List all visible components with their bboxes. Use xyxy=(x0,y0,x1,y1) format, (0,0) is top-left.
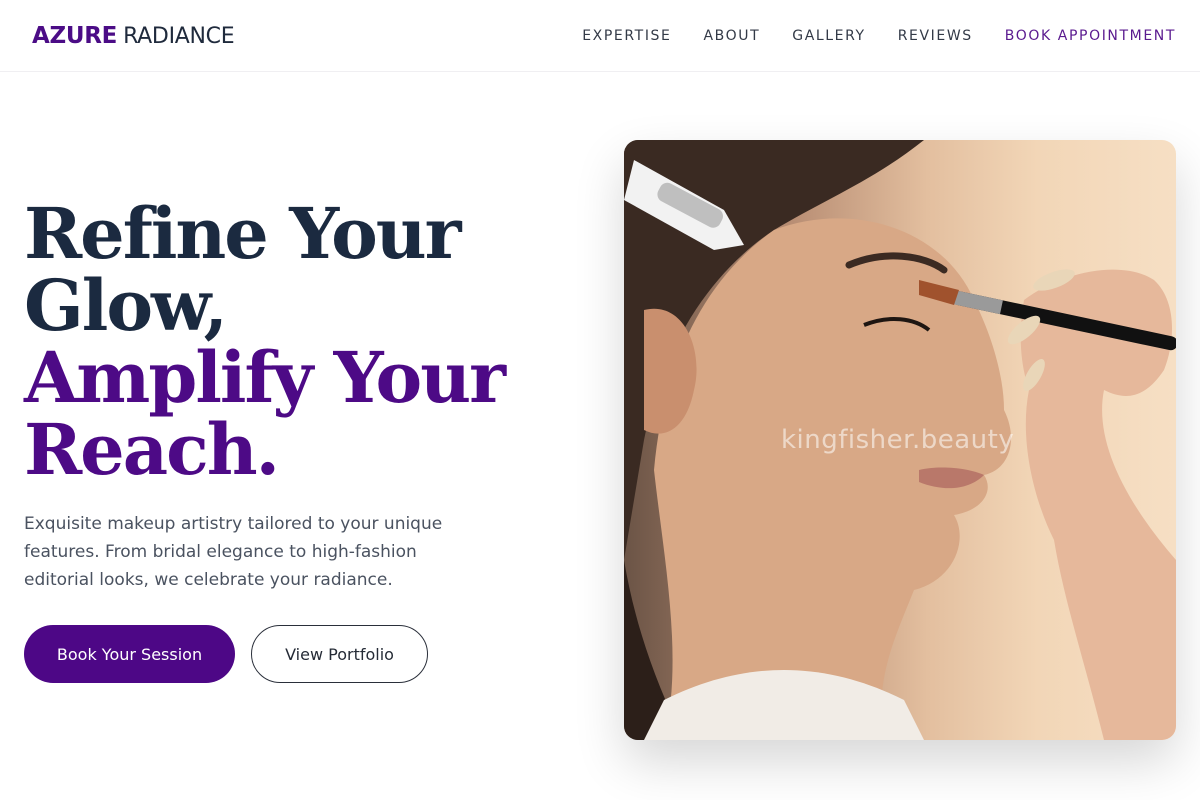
nav-expertise[interactable]: EXPERTISE xyxy=(582,27,671,45)
nav-gallery[interactable]: GALLERY xyxy=(792,27,865,45)
nav-reviews[interactable]: REVIEWS xyxy=(898,27,973,45)
image-watermark: kingfisher.beauty xyxy=(781,425,1015,455)
hero-title-line-1: Refine Your xyxy=(24,192,462,275)
hero-title: Refine Your Glow, Amplify Your Reach. xyxy=(24,198,544,486)
brand-name-light: RADIANCE xyxy=(123,24,235,49)
hero-image: kingfisher.beauty xyxy=(624,140,1176,740)
nav-book-appointment[interactable]: BOOK APPOINTMENT xyxy=(1005,27,1176,45)
nav-about[interactable]: ABOUT xyxy=(703,27,760,45)
hero-description: Exquisite makeup artistry tailored to yo… xyxy=(24,514,443,590)
site-header: AZURE RADIANCE EXPERTISE ABOUT GALLERY RE… xyxy=(0,0,1200,72)
hero-title-line-4: Reach. xyxy=(24,408,280,491)
hero-title-line-2: Glow, xyxy=(24,264,228,347)
book-session-button[interactable]: Book Your Session xyxy=(24,625,235,683)
view-portfolio-button[interactable]: View Portfolio xyxy=(251,625,428,683)
hero-title-line-3: Amplify Your xyxy=(24,336,506,419)
brand-logo[interactable]: AZURE RADIANCE xyxy=(32,22,235,51)
brand-name-bold: AZURE xyxy=(32,23,118,49)
main-nav: EXPERTISE ABOUT GALLERY REVIEWS BOOK APP… xyxy=(582,27,1176,45)
